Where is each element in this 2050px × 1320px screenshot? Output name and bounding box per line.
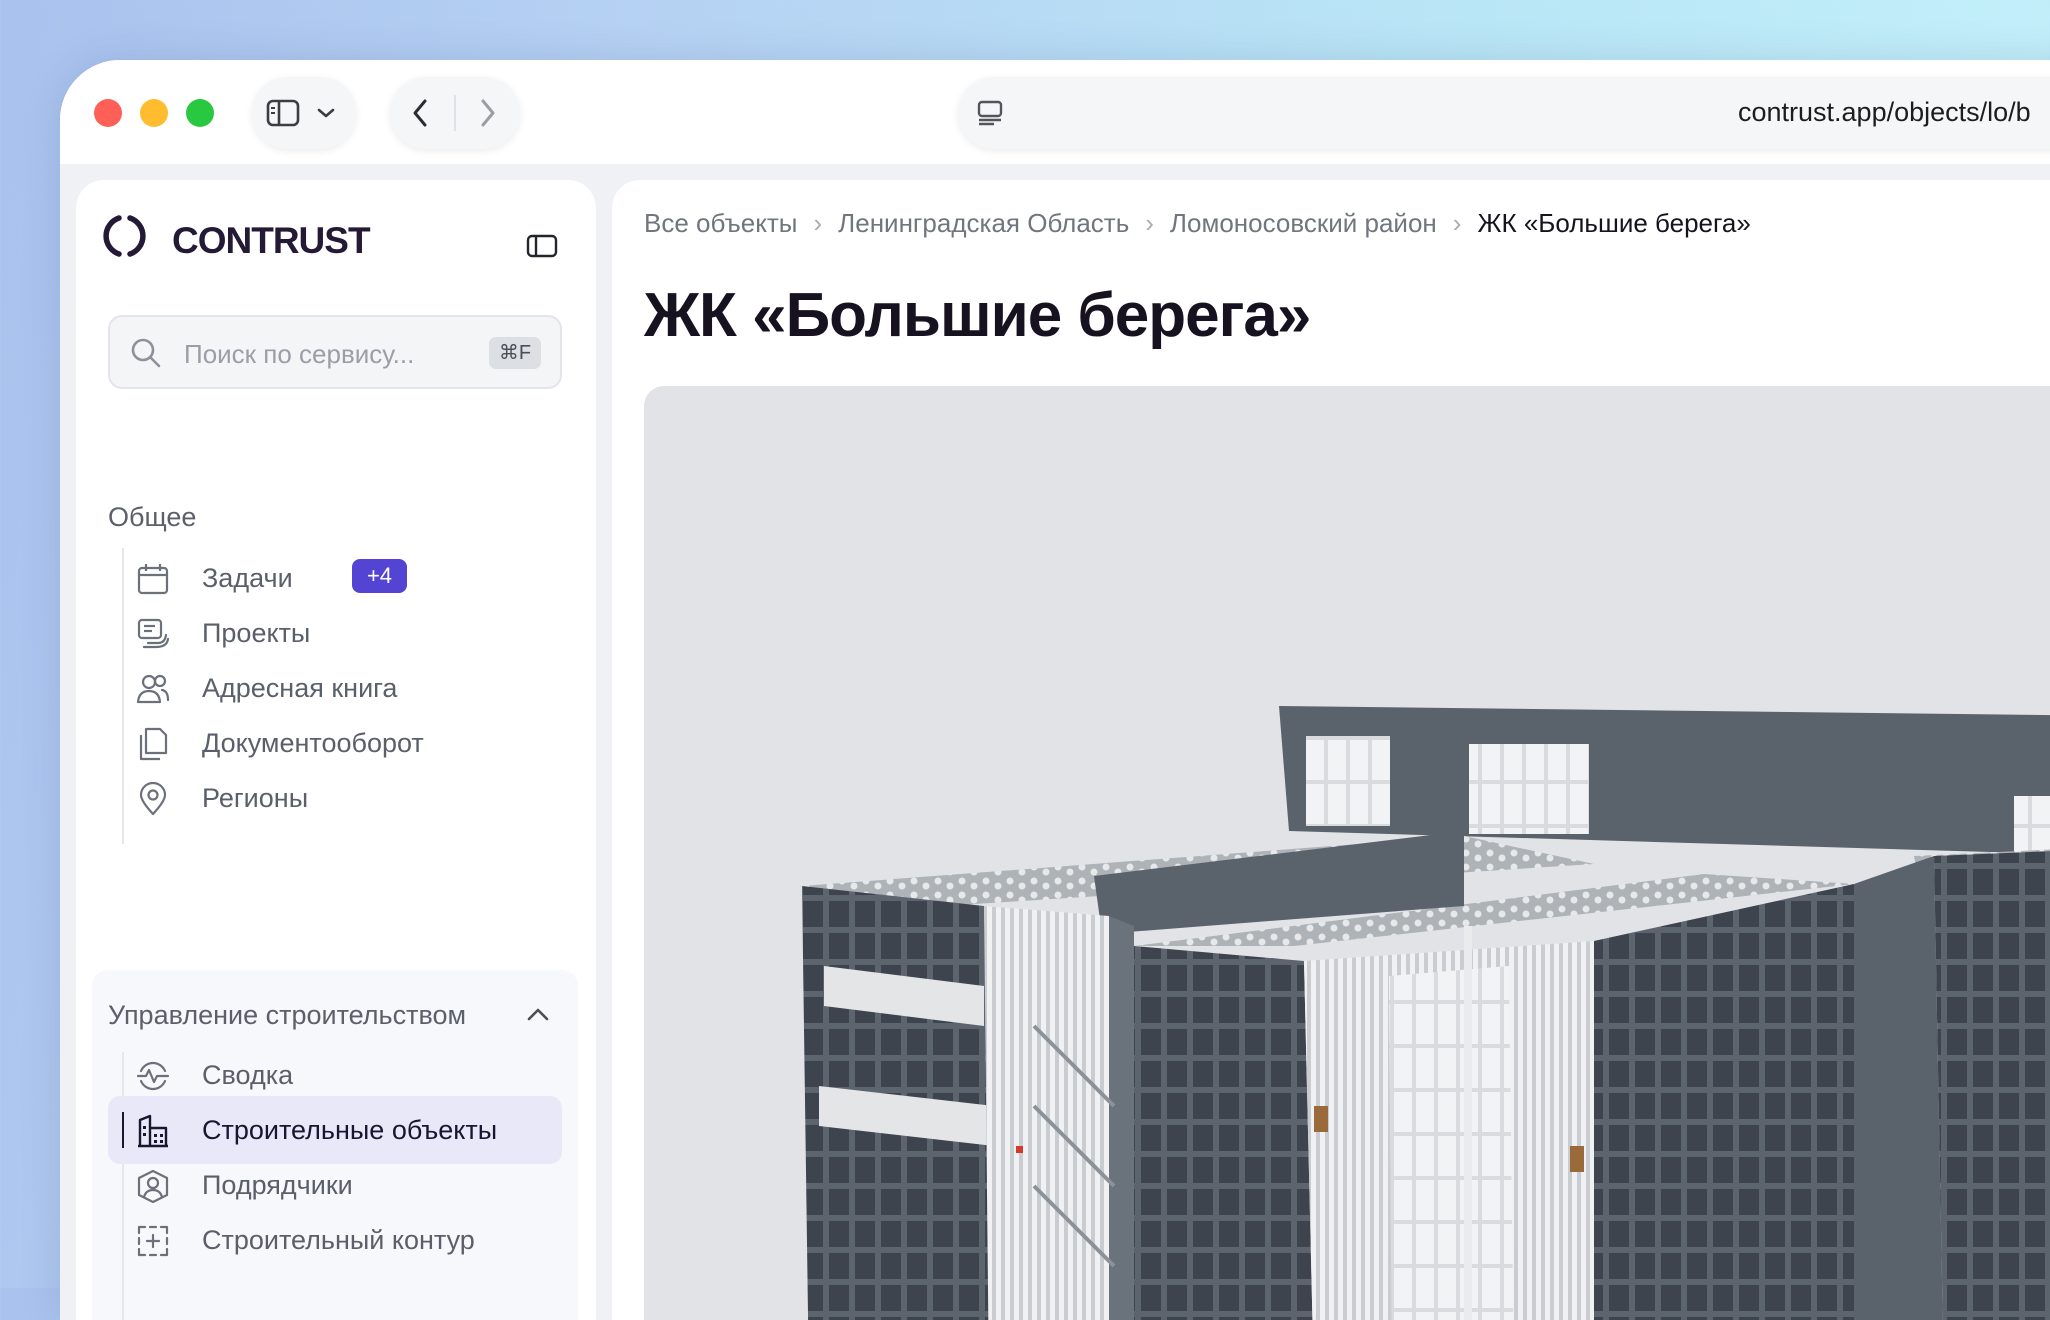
sidebar-item-label: Задачи [202, 563, 293, 593]
browser-toolbar: contrust.app/objects/lo/b [60, 60, 2050, 164]
users-icon [136, 674, 170, 704]
building-icon [138, 1114, 168, 1148]
minimize-window-button[interactable] [140, 99, 168, 127]
search-shortcut-badge: ⌘F [489, 337, 541, 369]
site-settings-icon[interactable] [976, 100, 1004, 126]
navigation-buttons [390, 77, 520, 149]
sidebar-item-label: Проекты [202, 618, 311, 648]
breadcrumb-region[interactable]: Ленинградская Область [838, 208, 1129, 239]
sidebar-item-label: Сводка [202, 1060, 294, 1090]
logo-text: CONTRUST [172, 220, 371, 261]
search-input[interactable]: Поиск по сервису... ⌘F [108, 315, 562, 389]
breadcrumb: Все объекты › Ленинградская Область › Ло… [644, 208, 1751, 239]
browser-window: contrust.app/objects/lo/b CONTRUST Поиск… [60, 60, 2050, 1320]
sidebar-item-label: Документооборот [202, 728, 424, 758]
search-placeholder: Поиск по сервису... [184, 339, 415, 369]
chevron-right-icon: › [813, 208, 823, 238]
sidebar-icon [266, 99, 300, 127]
breadcrumb-current: ЖК «Большие берега» [1477, 208, 1751, 238]
search-icon [131, 338, 161, 368]
section-label-general: Общее [108, 502, 197, 532]
contractor-icon [137, 1169, 169, 1203]
pulse-icon [136, 1061, 170, 1091]
page-title: ЖК «Большие берега» [644, 281, 1311, 350]
building-3d-model[interactable] [644, 386, 2050, 1320]
contrust-logo-icon [103, 215, 146, 257]
tasks-count-badge: +4 [352, 559, 407, 593]
sidebar-item-label: Строительные объекты [202, 1115, 498, 1145]
chevron-up-icon [527, 1008, 549, 1021]
chevron-right-icon: › [1145, 208, 1154, 238]
close-window-button[interactable] [94, 99, 122, 127]
documents-icon [139, 727, 168, 761]
chevron-right-icon: › [1452, 208, 1462, 238]
location-pin-icon [139, 782, 167, 816]
sidebar-item-label: Регионы [202, 783, 309, 813]
main-content: Все объекты › Ленинградская Область › Ло… [612, 180, 2050, 1320]
collapse-sidebar-icon[interactable] [526, 234, 558, 258]
forward-chevron-icon[interactable] [478, 97, 498, 129]
address-bar[interactable]: contrust.app/objects/lo/b [958, 77, 2050, 149]
contour-icon [137, 1225, 169, 1257]
browser-sidebar-toggle-button[interactable] [252, 77, 356, 149]
sidebar-item-regions[interactable]: Регионы [108, 764, 562, 832]
projects-icon [137, 618, 170, 649]
section-label-construction: Управление строительством [108, 1000, 467, 1030]
back-chevron-icon[interactable] [410, 97, 430, 129]
sidebar-item-label: Адресная книга [202, 673, 398, 703]
maximize-window-button[interactable] [186, 99, 214, 127]
breadcrumb-district[interactable]: Ломоносовский район [1170, 208, 1437, 239]
sidebar-item-construction-contour[interactable]: Строительный контур [108, 1206, 562, 1274]
url-text: contrust.app/objects/lo/b [1738, 97, 2031, 127]
calendar-icon [137, 564, 169, 595]
sidebar-item-label: Строительный контур [202, 1225, 475, 1255]
nav-divider [454, 95, 456, 131]
sidebar: CONTRUST Поиск по сервису... ⌘F Общее За… [76, 180, 596, 1320]
sidebar-item-label: Подрядчики [202, 1170, 353, 1200]
3d-model-viewer[interactable] [644, 386, 2050, 1320]
breadcrumb-all-objects[interactable]: Все объекты [644, 208, 798, 239]
chevron-down-icon [317, 108, 335, 118]
